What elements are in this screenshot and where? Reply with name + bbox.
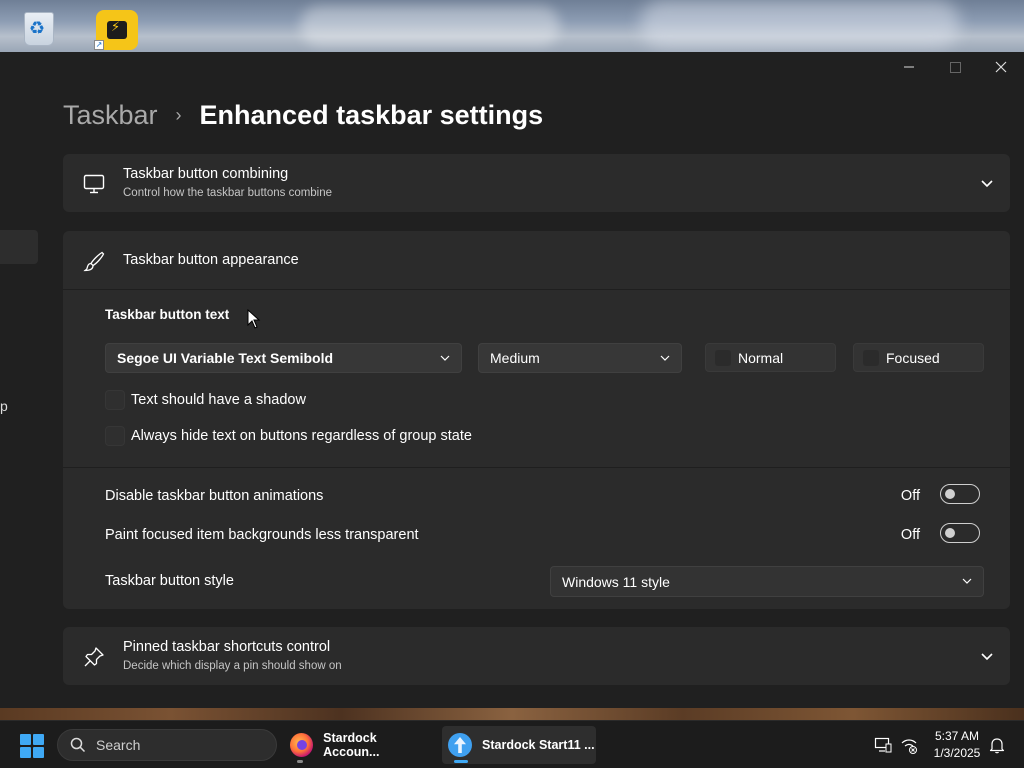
card-subtitle: Control how the taskbar buttons combine bbox=[123, 187, 333, 199]
brush-icon bbox=[83, 251, 105, 272]
taskbar-button-appearance-card: Taskbar button appearance Taskbar button… bbox=[63, 231, 1010, 609]
paint-focused-toggle[interactable] bbox=[940, 523, 980, 543]
taskbar-app-start11[interactable]: Stardock Start11 ... bbox=[442, 726, 596, 764]
setting-label: Disable taskbar button animations bbox=[105, 488, 324, 504]
card-title: Taskbar button combining bbox=[123, 166, 289, 182]
checkbox-label: Always hide text on buttons regardless o… bbox=[131, 428, 472, 444]
monitor-icon bbox=[83, 174, 105, 194]
toggle-state-label: Off bbox=[900, 527, 920, 543]
window-controls bbox=[886, 52, 1024, 82]
minimize-button[interactable] bbox=[886, 52, 932, 82]
breadcrumb-parent-link[interactable]: Taskbar bbox=[63, 100, 158, 131]
search-icon bbox=[70, 737, 86, 753]
minimize-icon bbox=[904, 66, 914, 68]
desktop-wallpaper bbox=[0, 708, 1024, 720]
network-icon[interactable] bbox=[900, 736, 918, 754]
notification-bell-icon[interactable] bbox=[988, 736, 1006, 754]
clock-time: 5:37 AM bbox=[934, 729, 980, 743]
sidebar-item-label[interactable]: p bbox=[0, 398, 8, 414]
maximize-icon bbox=[949, 61, 961, 73]
chevron-down-icon bbox=[660, 355, 670, 361]
card-title: Taskbar button appearance bbox=[123, 252, 299, 268]
card-header[interactable]: Taskbar button appearance bbox=[63, 231, 1010, 290]
sidebar-selected-item[interactable] bbox=[0, 230, 38, 264]
focused-color-button[interactable]: Focused bbox=[853, 343, 984, 372]
running-indicator bbox=[297, 760, 303, 763]
taskbar-button-combining-card[interactable]: Taskbar button combining Control how the… bbox=[63, 154, 1010, 212]
color-swatch bbox=[863, 349, 879, 366]
recycle-bin-icon[interactable]: ♻ bbox=[16, 8, 62, 50]
taskbar-search-box[interactable]: Search bbox=[57, 729, 277, 761]
chevron-down-icon bbox=[962, 578, 972, 584]
wallpaper-cloud bbox=[640, 0, 960, 48]
chevron-down-icon[interactable] bbox=[978, 174, 996, 192]
taskbar-app-label: Stardock Start11 ... bbox=[482, 738, 595, 752]
settings-window: p Taskbar › Enhanced taskbar settings Ta… bbox=[0, 52, 1024, 708]
section-label: Taskbar button text bbox=[105, 307, 230, 322]
start11-icon bbox=[448, 733, 472, 757]
breadcrumb: Taskbar › Enhanced taskbar settings bbox=[63, 100, 543, 131]
taskbar-app-label: Stardock Accoun... bbox=[323, 731, 380, 759]
firefox-icon bbox=[290, 733, 314, 757]
start11-shortcut-icon[interactable]: ⚡ ↗ bbox=[94, 8, 140, 52]
mouse-cursor-icon bbox=[247, 309, 261, 329]
desktop-wallpaper: ♻ ⚡ ↗ bbox=[0, 0, 1024, 52]
clock-date: 1/3/2025 bbox=[933, 746, 981, 760]
toggle-state-label: Off bbox=[900, 488, 920, 504]
start-button[interactable] bbox=[20, 734, 44, 758]
card-subtitle: Decide which display a pin should show o… bbox=[123, 660, 342, 672]
card-title: Pinned taskbar shortcuts control bbox=[123, 639, 331, 655]
normal-color-button[interactable]: Normal bbox=[705, 343, 836, 372]
display-icon[interactable] bbox=[874, 736, 892, 754]
button-style-dropdown[interactable]: Windows 11 style bbox=[550, 566, 984, 597]
divider bbox=[63, 467, 1010, 468]
chevron-down-icon[interactable] bbox=[978, 647, 996, 665]
chip-label: Normal bbox=[738, 349, 784, 366]
hide-text-checkbox-row[interactable]: Always hide text on buttons regardless o… bbox=[105, 426, 472, 446]
maximize-button[interactable] bbox=[932, 52, 978, 82]
search-placeholder: Search bbox=[96, 737, 141, 753]
wallpaper-cloud bbox=[300, 6, 560, 46]
chevron-down-icon bbox=[440, 355, 450, 361]
setting-label: Taskbar button style bbox=[105, 573, 234, 589]
page-title: Enhanced taskbar settings bbox=[199, 100, 544, 130]
hide-text-checkbox[interactable] bbox=[105, 426, 125, 446]
text-shadow-checkbox[interactable] bbox=[105, 390, 125, 410]
text-shadow-checkbox-row[interactable]: Text should have a shadow bbox=[105, 390, 306, 410]
font-dropdown[interactable]: Segoe UI Variable Text Semibold bbox=[105, 343, 462, 373]
taskbar-app-firefox[interactable]: Stardock Accoun... bbox=[284, 726, 432, 764]
font-size-dropdown[interactable]: Medium bbox=[478, 343, 682, 373]
font-dropdown-value: Segoe UI Variable Text Semibold bbox=[117, 350, 334, 366]
disable-animations-toggle[interactable] bbox=[940, 484, 980, 504]
pin-icon bbox=[84, 647, 104, 667]
paint-focused-row: Paint focused item backgrounds less tran… bbox=[105, 523, 980, 543]
active-indicator bbox=[454, 760, 468, 763]
chip-label: Focused bbox=[886, 349, 940, 366]
system-clock[interactable]: 5:37 AM 1/3/2025 bbox=[926, 728, 988, 762]
font-size-dropdown-value: Medium bbox=[490, 350, 540, 366]
color-swatch bbox=[715, 349, 731, 366]
setting-label: Paint focused item backgrounds less tran… bbox=[105, 527, 419, 543]
close-icon bbox=[995, 61, 1007, 73]
pinned-shortcuts-card[interactable]: Pinned taskbar shortcuts control Decide … bbox=[63, 627, 1010, 685]
button-style-dropdown-value: Windows 11 style bbox=[562, 573, 670, 590]
disable-animations-row: Disable taskbar button animations Off bbox=[105, 484, 980, 504]
close-button[interactable] bbox=[978, 52, 1024, 82]
breadcrumb-separator: › bbox=[175, 105, 182, 125]
taskbar: Search Stardock Accoun... Stardock Start… bbox=[0, 720, 1024, 768]
checkbox-label: Text should have a shadow bbox=[131, 392, 306, 408]
